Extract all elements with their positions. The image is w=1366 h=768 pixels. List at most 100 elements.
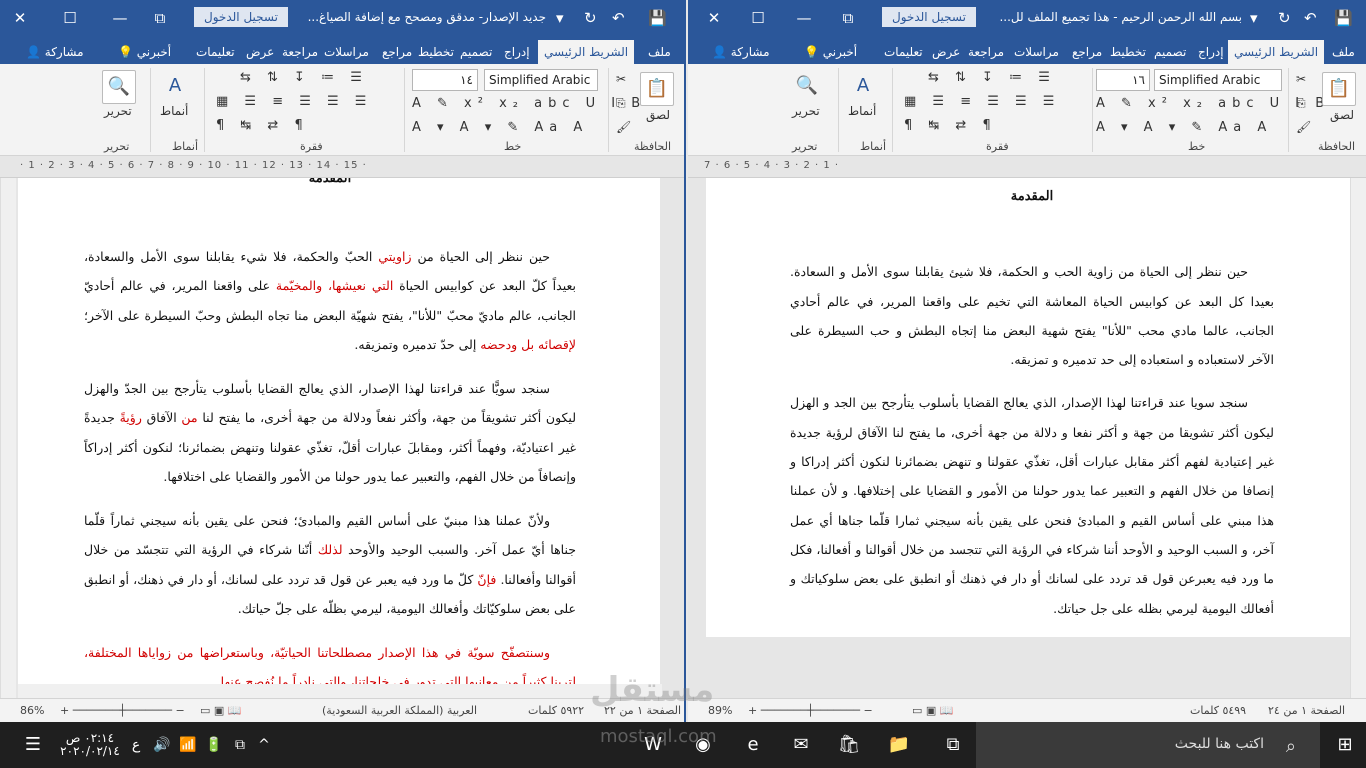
undo-icon[interactable]: ↶: [612, 6, 625, 30]
tab-layout[interactable]: تخطيط: [1110, 40, 1146, 64]
input-language-indicator[interactable]: ع: [126, 732, 146, 758]
paragraph-align-icons[interactable]: ▦ ☰ ≡ ☰ ☰ ☰: [904, 94, 1060, 109]
zoom-level[interactable]: 86%: [20, 704, 44, 717]
tab-review[interactable]: مراجعة: [282, 40, 318, 64]
tray-app-icon[interactable]: ⧉: [230, 732, 250, 758]
mail-taskbar-icon[interactable]: ✉: [786, 732, 816, 758]
zoom-slider[interactable]: + ───────┼─────── −: [748, 704, 873, 717]
tell-me-button[interactable]: 💡 أخبرني: [118, 40, 171, 64]
tab-help[interactable]: تعليمات: [884, 40, 923, 64]
paragraph[interactable]: ولأنّ عملنا هذا مبنيّ على أساس القيم وال…: [84, 506, 576, 624]
notifications-icon[interactable]: ☰: [20, 732, 46, 758]
vertical-scrollbar[interactable]: [0, 178, 16, 698]
maximize-button[interactable]: ☐: [58, 6, 82, 30]
maximize-button[interactable]: ☐: [746, 6, 770, 30]
paragraph-list-icons[interactable]: ⇆ ⇅ ↧ ≔ ☰: [240, 70, 368, 85]
store-taskbar-icon[interactable]: 🛍: [834, 732, 864, 758]
styles-button[interactable]: أنماط: [160, 104, 188, 118]
minimize-button[interactable]: —: [108, 6, 132, 30]
quick-access-dropdown-icon[interactable]: ▾: [1250, 6, 1258, 30]
volume-icon[interactable]: 🔊: [152, 732, 172, 758]
language-indicator[interactable]: العربية (المملكة العربية السعودية): [322, 704, 477, 717]
share-button[interactable]: 👤 مشاركة: [712, 40, 770, 64]
paste-icon[interactable]: 📋: [1322, 72, 1356, 106]
horizontal-ruler[interactable]: 7 · 6 · 5 · 4 · 3 · 2 · 1 ·: [688, 156, 1366, 178]
word-count[interactable]: ٥٤٩٩ كلمات: [1190, 704, 1246, 717]
signin-button[interactable]: تسجيل الدخول: [194, 7, 288, 27]
vertical-scrollbar[interactable]: [1350, 178, 1366, 698]
font-color-icons[interactable]: A ▾ A ▾ ✎ Aa A: [412, 120, 588, 135]
windows-start-icon[interactable]: ⊞: [1330, 732, 1360, 758]
tab-insert[interactable]: إدراج: [1198, 40, 1224, 64]
tab-references[interactable]: مراجع: [382, 40, 412, 64]
tab-references[interactable]: مراجع: [1072, 40, 1102, 64]
task-view-icon[interactable]: ⧉: [938, 732, 968, 758]
tab-mailings[interactable]: مراسلات: [324, 40, 369, 64]
tab-insert[interactable]: إدراج: [504, 40, 530, 64]
clock[interactable]: ٠٢:١٤ ص ٢٠٢٠/٠٢/١٤: [60, 732, 120, 758]
view-icons[interactable]: ▭ ▣ 📖: [200, 704, 241, 717]
close-button[interactable]: ✕: [8, 6, 32, 30]
save-icon[interactable]: 💾: [1334, 6, 1353, 30]
share-button[interactable]: 👤 مشاركة: [26, 40, 84, 64]
tab-view[interactable]: عرض: [932, 40, 960, 64]
redo-icon[interactable]: ↻: [1278, 6, 1291, 30]
paragraph[interactable]: حين ننظر إلى الحياة من زاوية الحب و الحك…: [790, 257, 1274, 374]
tab-view[interactable]: عرض: [246, 40, 274, 64]
tab-review[interactable]: مراجعة: [968, 40, 1004, 64]
paragraph-marks-icons[interactable]: ¶ ↹ ⇄ ¶: [216, 118, 309, 133]
font-format-icons[interactable]: A ✎ x² x₂ abc U I B: [412, 96, 646, 111]
close-button[interactable]: ✕: [702, 6, 726, 30]
tab-home[interactable]: الشريط الرئيسي: [538, 40, 635, 64]
styles-icon[interactable]: A: [158, 70, 192, 104]
redo-icon[interactable]: ↻: [584, 6, 597, 30]
format-painter-icon[interactable]: 🖌: [1296, 120, 1311, 134]
tab-layout[interactable]: تخطيط: [418, 40, 454, 64]
minimize-button[interactable]: —: [792, 6, 816, 30]
paragraph-marks-icons[interactable]: ¶ ↹ ⇄ ¶: [904, 118, 997, 133]
view-icons[interactable]: ▭ ▣ 📖: [912, 704, 953, 717]
tab-help[interactable]: تعليمات: [196, 40, 235, 64]
save-icon[interactable]: 💾: [648, 6, 667, 30]
styles-icon[interactable]: A: [846, 70, 880, 104]
editing-button[interactable]: تحرير: [792, 104, 820, 118]
tab-design[interactable]: تصميم: [460, 40, 492, 64]
font-color-icons[interactable]: A ▾ A ▾ ✎ Aa A: [1096, 120, 1272, 135]
page-count[interactable]: الصفحة ١ من ٢٤: [1268, 704, 1345, 717]
battery-icon[interactable]: 🔋: [204, 732, 224, 758]
document-area[interactable]: المقدمة حين ننظر إلى الحياة من زاوية الح…: [688, 178, 1366, 698]
tell-me-button[interactable]: 💡 أخبرني: [804, 40, 857, 64]
show-hidden-icons-icon[interactable]: ^: [254, 732, 274, 758]
word-count[interactable]: ٥٩٢٢ كلمات: [528, 704, 584, 717]
font-size-select[interactable]: ١٤: [412, 69, 478, 91]
find-icon[interactable]: 🔍: [790, 70, 824, 104]
tab-file[interactable]: ملف: [1332, 40, 1355, 64]
font-size-select[interactable]: ١٦: [1096, 69, 1150, 91]
find-icon[interactable]: 🔍: [102, 70, 136, 104]
tab-mailings[interactable]: مراسلات: [1014, 40, 1059, 64]
paragraph-align-icons[interactable]: ▦ ☰ ≡ ☰ ☰ ☰: [216, 94, 372, 109]
ribbon-display-icon[interactable]: ⧉: [148, 6, 172, 30]
tab-design[interactable]: تصميم: [1154, 40, 1186, 64]
format-painter-icon[interactable]: 🖌: [616, 120, 631, 134]
cut-icon[interactable]: ✂: [616, 72, 626, 86]
search-box[interactable]: ⌕ اكتب هنا للبحث: [976, 722, 1320, 768]
ribbon-display-icon[interactable]: ⧉: [836, 6, 860, 30]
tab-file[interactable]: ملف: [648, 40, 671, 64]
undo-icon[interactable]: ↶: [1304, 6, 1317, 30]
paragraph-list-icons[interactable]: ⇆ ⇅ ↧ ≔ ☰: [928, 70, 1056, 85]
font-name-select[interactable]: Simplified Arabic: [484, 69, 598, 91]
quick-access-dropdown-icon[interactable]: ▾: [556, 6, 564, 30]
file-explorer-taskbar-icon[interactable]: 📁: [884, 732, 914, 758]
paragraph[interactable]: سنجد سويا عند قراءتنا لهذا الإصدار، الذي…: [790, 388, 1274, 622]
styles-button[interactable]: أنماط: [848, 104, 876, 118]
edge-taskbar-icon[interactable]: e: [738, 732, 768, 758]
signin-button[interactable]: تسجيل الدخول: [882, 7, 976, 27]
copy-icon[interactable]: ⎘: [1296, 96, 1306, 111]
zoom-slider[interactable]: + ───────┼─────── −: [60, 704, 185, 717]
paragraph[interactable]: سنجد سويًّا عند قراءتنا لهذا الإصدار، ال…: [84, 374, 576, 492]
copy-icon[interactable]: ⎘: [616, 96, 626, 111]
document-area[interactable]: المقدمة حين ننظر إلى الحياة من زاويتي ال…: [0, 178, 684, 698]
editing-button[interactable]: تحرير: [104, 104, 132, 118]
paste-button[interactable]: لصق: [1330, 108, 1354, 122]
